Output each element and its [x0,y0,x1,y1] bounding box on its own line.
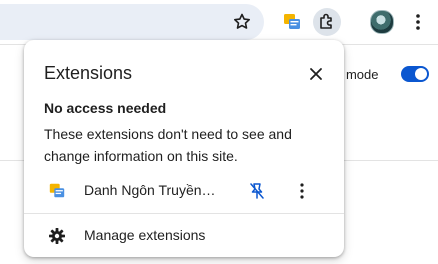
extension-icon [48,182,66,200]
manage-extensions-button[interactable]: Manage extensions [24,221,344,251]
avatar-image [370,10,394,34]
extensions-popup: Extensions No access needed These extens… [24,40,344,257]
popup-divider [24,213,344,214]
section-description: These extensions don't need to see and c… [44,126,292,164]
extensions-puzzle-icon[interactable] [313,8,341,36]
bookmark-star-icon[interactable] [232,12,252,32]
profile-avatar[interactable] [368,8,396,36]
unpinned-icon[interactable] [248,182,266,200]
section-heading: No access needed [44,100,167,116]
browser-toolbar [0,0,438,44]
page-setting-toggle[interactable] [401,66,429,82]
toggle-knob [415,68,427,80]
extension-list-item[interactable]: Danh Ngôn Truyền… [24,176,344,206]
extension-icon[interactable] [278,8,306,36]
popup-title: Extensions [44,63,133,83]
manage-extensions-label: Manage extensions [84,227,206,243]
extension-name: Danh Ngôn Truyền… [84,182,216,198]
page-setting-label: r mode [338,67,379,82]
more-vert-icon[interactable] [404,8,432,36]
gear-icon [48,227,66,245]
more-vert-icon[interactable] [294,181,310,201]
address-bar[interactable] [0,4,264,40]
close-icon[interactable] [304,62,328,86]
